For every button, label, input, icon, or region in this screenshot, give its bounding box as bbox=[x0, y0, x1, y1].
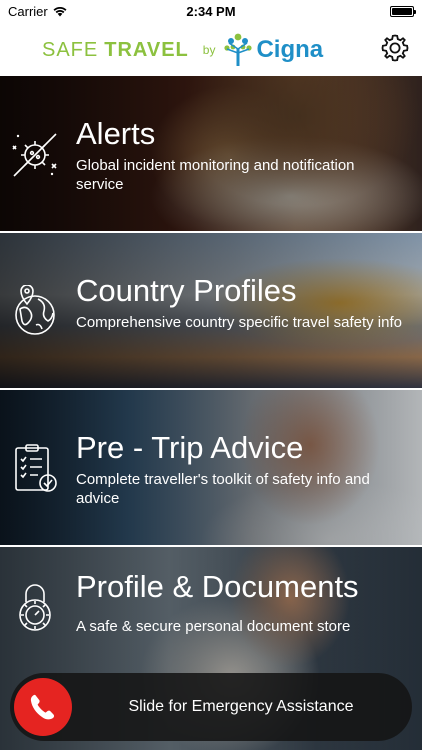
globe-pin-icon bbox=[15, 285, 55, 335]
card-country-profiles[interactable]: Country Profiles Comprehensive country s… bbox=[0, 233, 422, 388]
emergency-slider-label: Slide for Emergency Assistance bbox=[128, 698, 354, 715]
card-title: Country Profiles bbox=[76, 273, 297, 308]
phone-icon bbox=[30, 694, 55, 720]
checklist-icon bbox=[15, 444, 57, 492]
card-description: Comprehensive country specific travel sa… bbox=[76, 314, 402, 331]
card-title: Profile & Documents bbox=[76, 569, 359, 604]
wifi-icon bbox=[53, 6, 67, 16]
emergency-slider[interactable]: Slide for Emergency Assistance bbox=[10, 673, 412, 741]
cigna-tree-icon bbox=[224, 33, 253, 66]
battery-icon bbox=[390, 5, 416, 17]
gear-icon[interactable] bbox=[380, 33, 410, 63]
card-description: A safe & secure personal document store bbox=[76, 618, 351, 635]
carrier-label: Carrier bbox=[8, 3, 48, 19]
brand-logo: SAFE TRAVEL by Cigna bbox=[42, 32, 323, 68]
status-bar: Carrier 2:34 PM bbox=[0, 0, 422, 22]
status-left: Carrier bbox=[8, 4, 67, 19]
app-header: SAFE TRAVEL by Cigna bbox=[0, 22, 422, 76]
virus-alert-icon bbox=[12, 133, 57, 177]
padlock-icon bbox=[19, 584, 51, 631]
brand-by-text: by bbox=[202, 43, 216, 57]
brand-safe-text: SAFE bbox=[42, 38, 99, 61]
brand-travel-text: TRAVEL bbox=[104, 38, 189, 61]
card-title: Alerts bbox=[76, 116, 156, 151]
card-pre-trip-advice[interactable]: Pre - Trip Advice Complete traveller's t… bbox=[0, 390, 422, 545]
card-description: Complete traveller's toolkit of safety i… bbox=[76, 471, 370, 507]
card-alerts[interactable]: Alerts Global incident monitoring and no… bbox=[0, 76, 422, 231]
card-description: Global incident monitoring and notificat… bbox=[76, 157, 355, 193]
emergency-slider-knob[interactable] bbox=[14, 678, 72, 736]
card-title: Pre - Trip Advice bbox=[76, 430, 304, 465]
brand-cigna-text: Cigna bbox=[256, 36, 324, 63]
